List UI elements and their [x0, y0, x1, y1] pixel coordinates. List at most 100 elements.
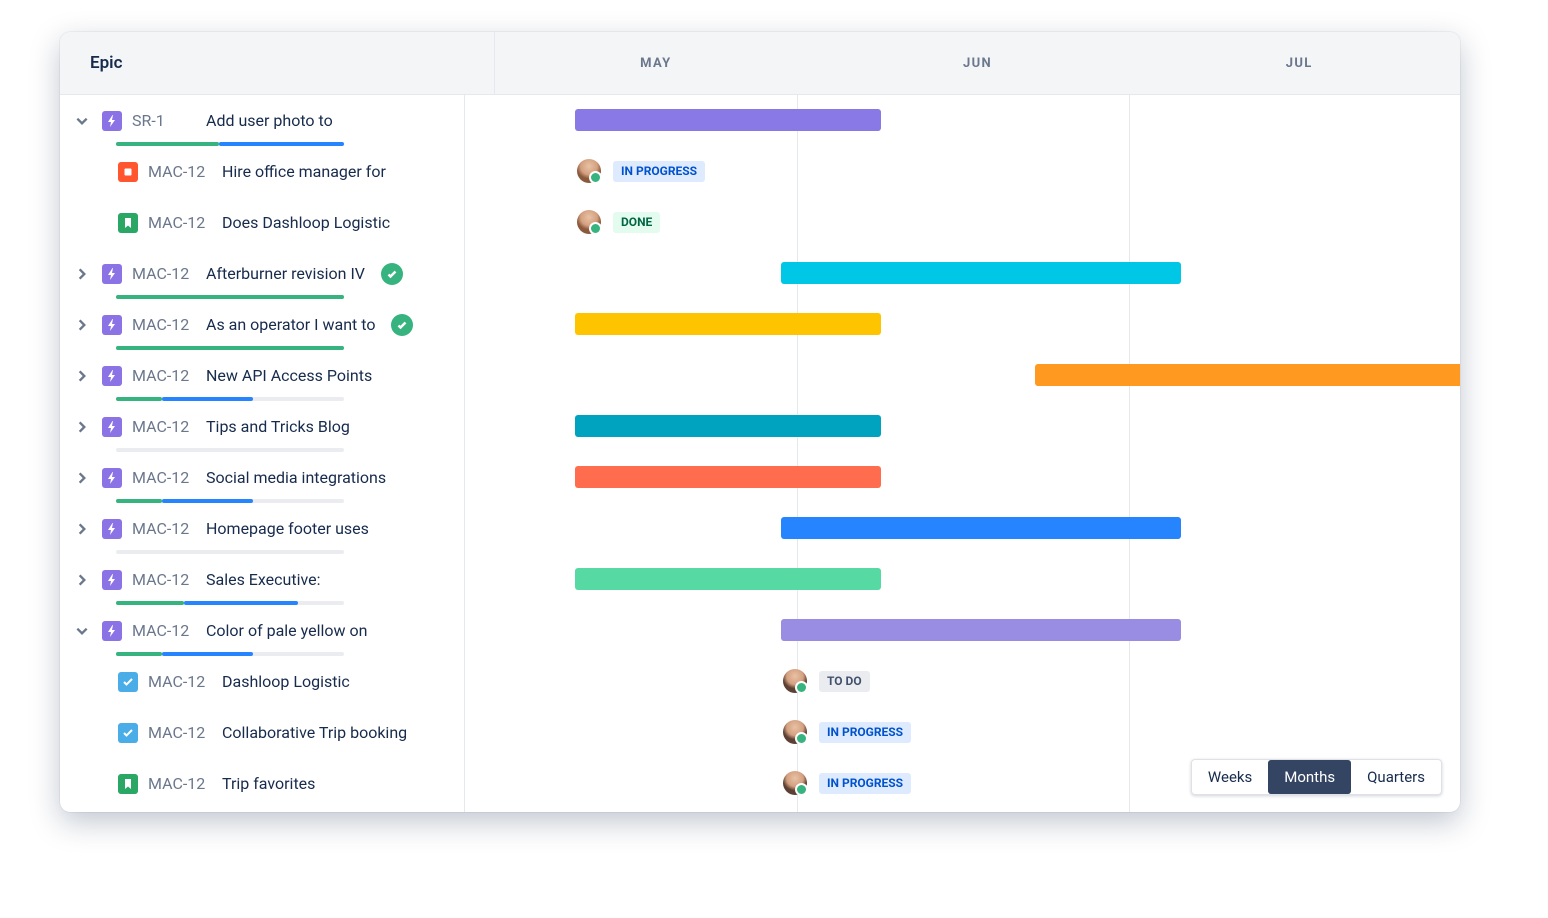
epic-icon [102, 570, 122, 590]
issue-key[interactable]: MAC-12 [132, 315, 196, 334]
issue-title[interactable]: Afterburner revision IV [206, 264, 365, 283]
chevron-right-icon[interactable] [72, 522, 92, 536]
epic-bar[interactable] [781, 517, 1181, 539]
epic-icon [102, 417, 122, 437]
avatar[interactable] [577, 210, 601, 234]
presence-indicator [795, 783, 808, 796]
chevron-down-icon[interactable] [72, 624, 92, 638]
timeline-row [465, 452, 1460, 503]
issue-key[interactable]: MAC-12 [148, 213, 212, 232]
issue-key[interactable]: MAC-12 [148, 774, 212, 793]
chevron-right-icon[interactable] [72, 369, 92, 383]
issue-key[interactable]: MAC-12 [132, 417, 196, 436]
bug-icon [118, 162, 138, 182]
epic-icon [102, 111, 122, 131]
issue-title[interactable]: Color of pale yellow on [206, 621, 367, 640]
epic-row[interactable]: MAC-12 New API Access Points [60, 350, 464, 401]
issue-title[interactable]: Dashloop Logistic [222, 672, 350, 691]
issue-key[interactable]: MAC-12 [148, 672, 212, 691]
issue-title[interactable]: Social media integrations [206, 468, 386, 487]
story-icon [118, 774, 138, 794]
timeline-header: Epic MAYJUNJUL [60, 32, 1460, 95]
issue-title[interactable]: Hire office manager for [222, 162, 386, 181]
status-lozenge[interactable]: IN PROGRESS [819, 773, 911, 794]
epic-row[interactable]: MAC-12 Sales Executive: [60, 554, 464, 605]
chevron-right-icon[interactable] [72, 573, 92, 587]
timeline-row [465, 554, 1460, 605]
presence-indicator [589, 222, 602, 235]
timeline-row [465, 95, 1460, 146]
epic-row[interactable]: MAC-12 Social media integrations [60, 452, 464, 503]
chevron-right-icon[interactable] [72, 318, 92, 332]
zoom-quarters[interactable]: Quarters [1351, 760, 1441, 794]
epic-bar[interactable] [575, 568, 881, 590]
issue-title[interactable]: As an operator I want to [206, 315, 375, 334]
avatar[interactable] [783, 669, 807, 693]
issue-key[interactable]: MAC-12 [132, 366, 196, 385]
avatar[interactable] [783, 720, 807, 744]
epic-row[interactable]: MAC-12 Homepage footer uses [60, 503, 464, 554]
issue-title[interactable]: Sales Executive: [206, 570, 321, 589]
epic-bar[interactable] [781, 262, 1181, 284]
issue-key[interactable]: MAC-12 [148, 162, 212, 181]
issue-key[interactable]: SR-1 [132, 111, 196, 130]
epic-icon [102, 621, 122, 641]
issue-title[interactable]: Add user photo to [206, 111, 333, 130]
issue-title[interactable]: Trip favorites [222, 774, 315, 793]
chevron-right-icon[interactable] [72, 420, 92, 434]
epic-row[interactable]: SR-1 Add user photo to [60, 95, 464, 146]
timeline-row: DONE [465, 197, 1460, 248]
issue-key[interactable]: MAC-12 [132, 621, 196, 640]
timeline-row [465, 503, 1460, 554]
epic-row[interactable]: MAC-12 Afterburner revision IV [60, 248, 464, 299]
chevron-right-icon[interactable] [72, 471, 92, 485]
presence-indicator [795, 681, 808, 694]
child-issue-row[interactable]: MAC-12 Trip favorites [60, 758, 464, 809]
child-issue-row[interactable]: MAC-12 Dashloop Logistic [60, 656, 464, 707]
epic-row[interactable]: MAC-12 Color of pale yellow on [60, 605, 464, 656]
month-label: MAY [495, 32, 817, 94]
issue-key[interactable]: MAC-12 [148, 723, 212, 742]
issue-key[interactable]: MAC-12 [132, 519, 196, 538]
status-lozenge[interactable]: IN PROGRESS [613, 161, 705, 182]
child-issue-row[interactable]: MAC-12 Collaborative Trip booking [60, 707, 464, 758]
timeline-row [465, 248, 1460, 299]
issue-title[interactable]: Collaborative Trip booking [222, 723, 407, 742]
task-icon [118, 723, 138, 743]
issue-title[interactable]: New API Access Points [206, 366, 372, 385]
status-lozenge[interactable]: DONE [613, 212, 660, 233]
epic-list: SR-1 Add user photo to MAC-12 Hire office m… [60, 95, 465, 812]
task-icon [118, 672, 138, 692]
child-issue-row[interactable]: MAC-12 Hire office manager for [60, 146, 464, 197]
epic-bar[interactable] [575, 466, 881, 488]
story-icon [118, 213, 138, 233]
zoom-weeks[interactable]: Weeks [1192, 760, 1268, 794]
month-label: JUN [817, 32, 1139, 94]
epic-row[interactable]: MAC-12 Tips and Tricks Blog [60, 401, 464, 452]
epic-row[interactable]: MAC-12 As an operator I want to [60, 299, 464, 350]
chevron-right-icon[interactable] [72, 267, 92, 281]
status-lozenge[interactable]: IN PROGRESS [819, 722, 911, 743]
avatar[interactable] [577, 159, 601, 183]
child-issue-row[interactable]: MAC-12 Does Dashloop Logistic [60, 197, 464, 248]
epic-bar[interactable] [1035, 364, 1460, 386]
epic-bar[interactable] [781, 619, 1181, 641]
timeline-row: IN PROGRESS [465, 146, 1460, 197]
issue-title[interactable]: Tips and Tricks Blog [206, 417, 350, 436]
epic-bar[interactable] [575, 109, 881, 131]
issue-title[interactable]: Homepage footer uses [206, 519, 369, 538]
issue-title[interactable]: Does Dashloop Logistic [222, 213, 390, 232]
status-lozenge[interactable]: TO DO [819, 671, 870, 692]
timeline[interactable]: IN PROGRESS DONE TO DO IN PROGRESS IN PROGRE… [465, 95, 1460, 812]
epic-bar[interactable] [575, 415, 881, 437]
issue-key[interactable]: MAC-12 [132, 468, 196, 487]
avatar[interactable] [783, 771, 807, 795]
epic-bar[interactable] [575, 313, 881, 335]
epic-row[interactable]: MAC-12New API Access Points [60, 809, 464, 812]
issue-key[interactable]: MAC-12 [132, 570, 196, 589]
chevron-down-icon[interactable] [72, 114, 92, 128]
issue-key[interactable]: MAC-12 [132, 264, 196, 283]
epic-icon [102, 315, 122, 335]
zoom-months[interactable]: Months [1268, 760, 1351, 794]
timeline-row [465, 809, 1460, 812]
